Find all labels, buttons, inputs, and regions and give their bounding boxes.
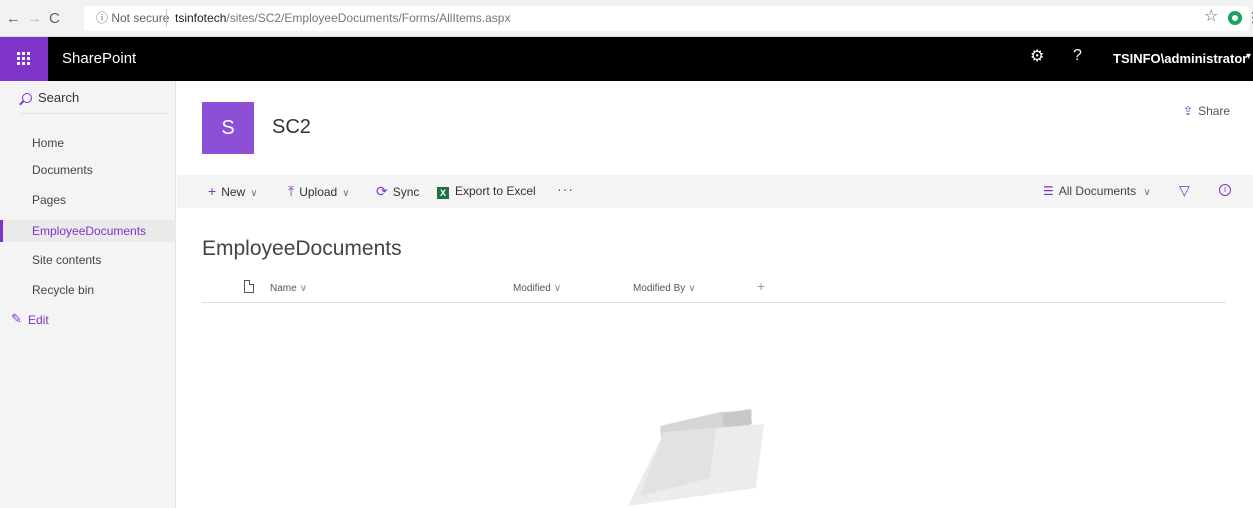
filter-icon[interactable]: ▽ xyxy=(1179,182,1190,199)
nav-item-recycle-bin[interactable]: Recycle bin xyxy=(32,283,94,297)
forward-icon[interactable]: → xyxy=(27,11,42,26)
url-separator xyxy=(166,9,167,27)
user-account[interactable]: TSINFO\administrator xyxy=(1113,52,1247,66)
pencil-icon[interactable]: ✎ xyxy=(11,311,22,327)
column-header-modified-by[interactable]: Modified By ∨ xyxy=(633,283,696,295)
add-column-button[interactable]: + xyxy=(757,279,765,293)
upload-label: Upload xyxy=(299,185,338,199)
library-title: EmployeeDocuments xyxy=(202,237,402,260)
chevron-down-icon: ∨ xyxy=(250,188,258,199)
nav-item-site-contents[interactable]: Site contents xyxy=(32,253,101,267)
column-modified-label: Modified xyxy=(513,283,551,294)
reload-icon[interactable]: C xyxy=(49,11,60,26)
browser-toolbar: ← → C ⓘ Not secure tsinfotech/sites/SC2/… xyxy=(0,0,1253,37)
chevron-down-icon: ∨ xyxy=(342,188,350,199)
view-lines-icon: ☰ xyxy=(1043,184,1054,198)
chevron-down-icon: ∨ xyxy=(1143,187,1151,198)
view-label: All Documents xyxy=(1058,184,1137,198)
upload-button[interactable]: ⤒ Upload ∨ xyxy=(288,184,350,201)
search-divider xyxy=(20,113,168,114)
share-label: Share xyxy=(1198,104,1231,118)
info-icon[interactable]: i xyxy=(1219,184,1231,196)
share-button[interactable]: ⇪ Share xyxy=(1183,104,1230,118)
column-header-row: Name ∨ Modified ∨ Modified By ∨ + xyxy=(202,279,1226,303)
upload-icon: ⤒ xyxy=(288,183,295,199)
column-modified-by-label: Modified By xyxy=(633,283,686,294)
view-selector[interactable]: ☰ All Documents ∨ xyxy=(1043,184,1151,200)
suite-bar: SharePoint ⚙ ? TSINFO\administrator ▾ xyxy=(0,37,1253,81)
chevron-down-icon: ∨ xyxy=(688,283,696,294)
sync-label: Sync xyxy=(392,185,420,199)
url-text[interactable]: tsinfotech/sites/SC2/EmployeeDocuments/F… xyxy=(175,11,510,25)
column-header-modified[interactable]: Modified ∨ xyxy=(513,283,561,295)
back-icon[interactable]: ← xyxy=(6,11,21,26)
app-name[interactable]: SharePoint xyxy=(62,51,136,67)
search-icon[interactable] xyxy=(22,93,32,103)
nav-item-pages[interactable]: Pages xyxy=(32,193,66,207)
browser-menu-icon[interactable]: ⋮ xyxy=(1246,9,1253,26)
url-path: /sites/SC2/EmployeeDocuments/Forms/AllIt… xyxy=(226,11,511,25)
new-button[interactable]: + New ∨ xyxy=(208,184,258,201)
column-header-name[interactable]: Name ∨ xyxy=(270,283,307,295)
url-host: tsinfotech xyxy=(175,11,227,25)
nav-item-employeedocuments[interactable]: EmployeeDocuments xyxy=(32,224,146,238)
app-launcher-button[interactable] xyxy=(0,37,48,81)
active-item-indicator xyxy=(0,220,3,242)
empty-folder-illustration xyxy=(628,409,764,506)
sync-button[interactable]: ⟳ Sync xyxy=(376,184,419,199)
plus-icon: + xyxy=(208,183,217,199)
share-icon: ⇪ xyxy=(1183,104,1194,118)
export-label: Export to Excel xyxy=(455,184,536,198)
export-to-excel-button[interactable]: X Export to Excel xyxy=(437,184,536,199)
site-logo[interactable]: S xyxy=(202,102,254,154)
edit-link[interactable]: Edit xyxy=(28,313,49,327)
not-secure-label: Not secure xyxy=(111,11,170,25)
site-title[interactable]: SC2 xyxy=(272,115,311,139)
not-secure-indicator[interactable]: ⓘ Not secure xyxy=(96,11,169,25)
chevron-down-icon[interactable]: ▾ xyxy=(1246,51,1251,62)
search-label[interactable]: Search xyxy=(38,91,79,105)
waffle-icon xyxy=(17,52,31,66)
bookmark-star-icon[interactable]: ☆ xyxy=(1204,9,1218,25)
column-name-label: Name xyxy=(270,283,297,294)
sync-icon: ⟳ xyxy=(376,183,388,199)
left-navigation: Search Home Documents Pages EmployeeDocu… xyxy=(0,81,176,508)
chevron-down-icon: ∨ xyxy=(299,283,308,294)
extension-icon[interactable] xyxy=(1228,11,1242,25)
document-type-icon[interactable] xyxy=(244,280,254,293)
help-icon[interactable]: ? xyxy=(1073,48,1082,64)
excel-icon: X xyxy=(437,187,449,199)
new-label: New xyxy=(221,185,246,199)
more-options-button[interactable]: ··· xyxy=(557,181,574,197)
nav-item-documents[interactable]: Documents xyxy=(32,163,93,177)
nav-item-home[interactable]: Home xyxy=(32,136,64,150)
chevron-down-icon: ∨ xyxy=(553,283,562,294)
settings-gear-icon[interactable]: ⚙ xyxy=(1030,49,1044,65)
